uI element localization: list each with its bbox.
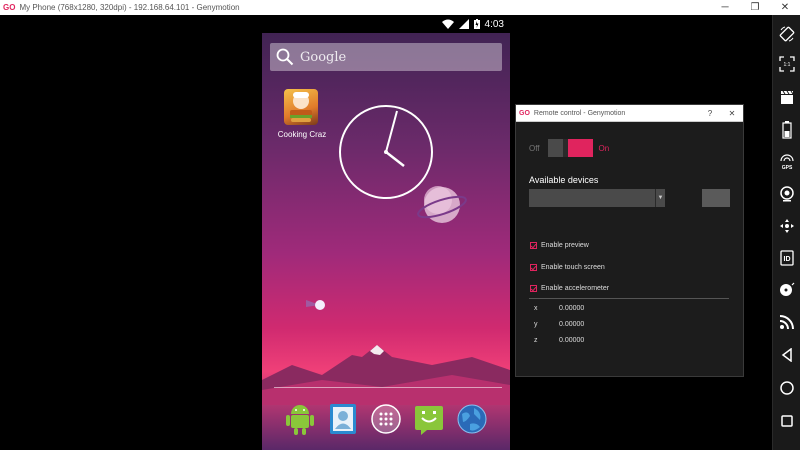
window-titlebar: GO My Phone (768x1280, 320dpi) - 192.168… bbox=[0, 0, 800, 15]
axis-z-row: z 0.00000 bbox=[534, 337, 584, 344]
remote-control-dialog: GO Remote control - Genymotion ? ✕ Off O… bbox=[515, 104, 744, 377]
enable-preview-checkbox[interactable]: Enable preview bbox=[530, 242, 589, 249]
gps-label: GPS bbox=[782, 165, 793, 171]
chevron-down-icon[interactable]: ▼ bbox=[655, 189, 665, 207]
axis-z-value: 0.00000 bbox=[559, 337, 585, 344]
dpad-icon[interactable] bbox=[775, 214, 799, 238]
divider bbox=[529, 298, 729, 299]
checkbox-icon[interactable] bbox=[530, 264, 537, 271]
mountains-graphic bbox=[262, 345, 510, 405]
checkbox-icon[interactable] bbox=[530, 242, 537, 249]
messaging-icon[interactable] bbox=[413, 402, 445, 436]
axis-y-row: y 0.00000 bbox=[534, 321, 584, 328]
battery-status-icon bbox=[473, 19, 480, 29]
phone-screen[interactable]: 4:03 Google Cooking Craz bbox=[262, 15, 510, 450]
clapperboard-icon[interactable] bbox=[775, 85, 799, 109]
search-icon bbox=[276, 48, 294, 66]
search-placeholder: Google bbox=[300, 49, 347, 65]
gps-icon[interactable]: GPS bbox=[775, 150, 799, 174]
enable-touch-screen-checkbox[interactable]: Enable touch screen bbox=[530, 264, 605, 271]
toggle-on-label: On bbox=[598, 143, 610, 153]
id-icon[interactable]: ID bbox=[775, 246, 799, 270]
close-dialog-button[interactable]: ✕ bbox=[721, 109, 743, 118]
signal-icon bbox=[458, 19, 469, 29]
camera-icon[interactable] bbox=[775, 182, 799, 206]
available-devices-label: Available devices bbox=[529, 175, 599, 185]
cooking-craze-icon[interactable] bbox=[284, 89, 318, 125]
comet-graphic bbox=[306, 300, 325, 310]
android-icon[interactable] bbox=[284, 402, 316, 436]
genymotion-logo: GO bbox=[3, 3, 16, 12]
home-icon[interactable] bbox=[775, 376, 799, 400]
genymotion-window: GO My Phone (768x1280, 320dpi) - 192.168… bbox=[0, 0, 800, 450]
axis-z-label: z bbox=[534, 337, 538, 344]
rss-icon[interactable] bbox=[775, 310, 799, 334]
genymotion-toolbar: 1:1 GPS ID bbox=[772, 15, 800, 450]
rotate-icon[interactable] bbox=[775, 22, 799, 46]
connect-button[interactable] bbox=[702, 189, 730, 207]
axis-x-row: x 0.00000 bbox=[534, 305, 584, 312]
browser-icon[interactable] bbox=[456, 402, 488, 436]
axis-x-value: 0.00000 bbox=[559, 305, 585, 312]
remote-control-toggle[interactable] bbox=[547, 139, 593, 157]
dock-divider bbox=[274, 387, 502, 388]
minimize-button[interactable]: ─ bbox=[710, 0, 740, 15]
status-bar: 4:03 bbox=[262, 15, 510, 33]
axis-y-label: y bbox=[534, 321, 538, 328]
dialog-logo: GO bbox=[519, 109, 530, 117]
restore-button[interactable]: ❐ bbox=[740, 0, 770, 15]
close-window-button[interactable]: ✕ bbox=[770, 0, 800, 15]
window-title: My Phone (768x1280, 320dpi) - 192.168.64… bbox=[19, 3, 240, 12]
help-button[interactable]: ? bbox=[699, 109, 721, 118]
axis-x-label: x bbox=[534, 305, 538, 312]
wifi-icon bbox=[441, 19, 454, 29]
axis-y-value: 0.00000 bbox=[559, 321, 585, 328]
planet-graphic bbox=[417, 186, 467, 223]
scale-label: 1:1 bbox=[784, 62, 791, 68]
status-time: 4:03 bbox=[484, 18, 504, 30]
enable-accelerometer-checkbox[interactable]: Enable accelerometer bbox=[530, 285, 609, 292]
toggle-off-label: Off bbox=[529, 143, 540, 153]
back-icon[interactable] bbox=[775, 343, 799, 367]
toggle-knob[interactable] bbox=[562, 139, 568, 157]
battery-icon[interactable] bbox=[775, 118, 799, 142]
app-drawer-icon[interactable] bbox=[370, 402, 402, 436]
toggle-on-fill bbox=[566, 139, 593, 157]
contacts-icon[interactable] bbox=[327, 402, 359, 436]
disk-icon[interactable] bbox=[775, 278, 799, 302]
id-label: ID bbox=[784, 256, 791, 263]
recent-apps-icon[interactable] bbox=[775, 409, 799, 433]
remote-toggle-row: Off On bbox=[529, 139, 609, 157]
google-search-bar[interactable]: Google bbox=[270, 43, 502, 71]
app-dock bbox=[262, 400, 510, 440]
devices-dropdown[interactable]: ▼ bbox=[529, 189, 665, 207]
dialog-titlebar: GO Remote control - Genymotion ? ✕ bbox=[516, 105, 743, 122]
app-label: Cooking Craz bbox=[277, 130, 327, 139]
enable-accelerometer-label: Enable accelerometer bbox=[541, 285, 610, 292]
scale-1-1-icon[interactable]: 1:1 bbox=[775, 52, 799, 76]
dialog-title: Remote control - Genymotion bbox=[533, 109, 626, 117]
checkbox-icon[interactable] bbox=[530, 285, 537, 292]
enable-touch-screen-label: Enable touch screen bbox=[541, 264, 605, 271]
enable-preview-label: Enable preview bbox=[541, 242, 589, 249]
